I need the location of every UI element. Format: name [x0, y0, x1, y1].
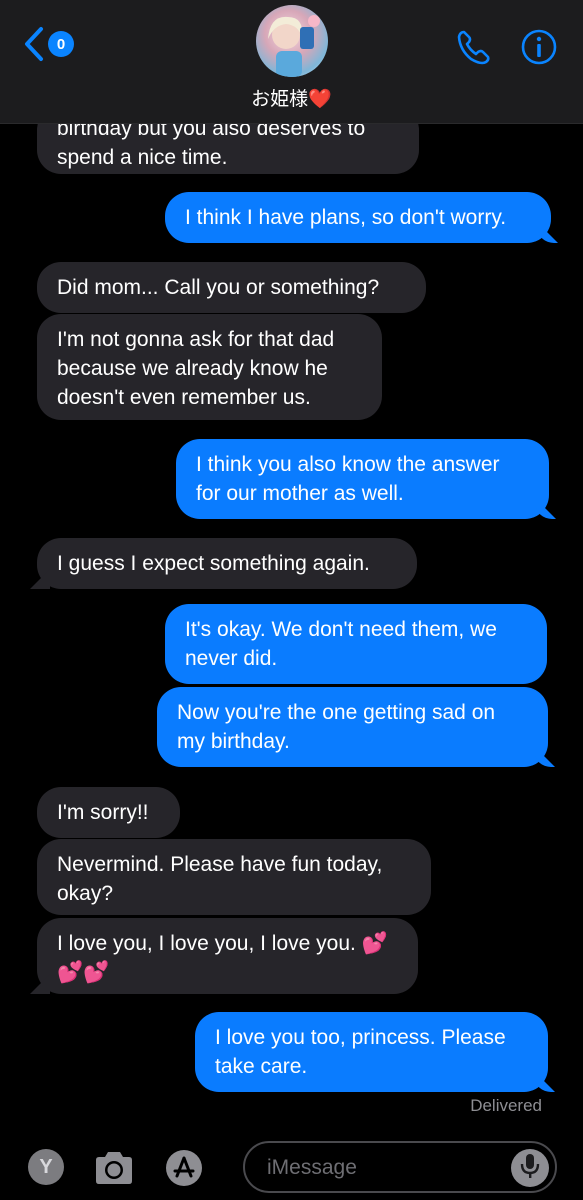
app-store-button[interactable]: [164, 1148, 204, 1193]
dictation-button[interactable]: [511, 1149, 549, 1187]
message-text: Nevermind. Please have fun today, okay?: [57, 853, 383, 905]
message-input-bar: Y: [0, 1130, 583, 1200]
message-text: Did mom... Call you or something?: [57, 276, 380, 299]
app-store-icon: [164, 1150, 204, 1192]
avatar[interactable]: [256, 5, 328, 77]
contact-name[interactable]: お姫様❤️: [0, 84, 583, 111]
message-text: It's okay. We don't need them, we never …: [185, 618, 497, 670]
info-button[interactable]: [520, 28, 558, 71]
message-received[interactable]: I guess I expect something again.: [37, 538, 417, 589]
unread-badge: 0: [48, 31, 74, 57]
back-button[interactable]: 0: [22, 26, 74, 62]
message-received[interactable]: Nevermind. Please have fun today, okay?: [37, 839, 431, 915]
message-received[interactable]: I'm not gonna ask for that dad because w…: [37, 314, 382, 420]
message-text: I think I have plans, so don't worry.: [185, 206, 507, 229]
y-button-label: Y: [39, 1155, 53, 1178]
message-text: I think you also know the answer for our…: [196, 453, 500, 505]
message-sent[interactable]: It's okay. We don't need them, we never …: [165, 604, 547, 684]
message-sent[interactable]: I think I have plans, so don't worry.: [165, 192, 551, 243]
phone-icon: [455, 30, 493, 70]
y-app-button[interactable]: Y: [28, 1149, 64, 1185]
conversation-header: 0 お姫様❤️: [0, 0, 583, 124]
message-sent[interactable]: I think you also know the answer for our…: [176, 439, 549, 519]
imessage-field[interactable]: [243, 1141, 557, 1193]
message-input[interactable]: [267, 1153, 507, 1183]
message-text: Now you're the one getting sad on my bir…: [177, 701, 496, 753]
message-received[interactable]: I'm sorry!!: [37, 787, 180, 838]
message-received[interactable]: Did mom... Call you or something?: [37, 262, 426, 313]
avatar-photo: [268, 15, 320, 77]
message-text: I love you too, princess. Please take ca…: [215, 1026, 506, 1078]
message-text: I love you, I love you, I love you. 💕 💕💕: [57, 932, 388, 984]
message-text: I'm not gonna ask for that dad because w…: [57, 328, 335, 409]
camera-icon: [92, 1152, 136, 1190]
info-icon: [520, 29, 558, 70]
contact-name-text: お姫様: [251, 89, 309, 110]
message-sent[interactable]: I love you too, princess. Please take ca…: [195, 1012, 548, 1092]
chevron-left-icon: [22, 26, 46, 62]
conversation-screen: birthday but you also deserves to spend …: [0, 0, 583, 1200]
delivered-status: Delivered: [470, 1096, 542, 1115]
call-button[interactable]: [455, 28, 493, 71]
camera-button[interactable]: [92, 1150, 136, 1191]
heart-emoji: ❤️: [308, 89, 332, 110]
message-text: I'm sorry!!: [57, 801, 149, 824]
microphone-icon: [519, 1152, 541, 1185]
message-text: I guess I expect something again.: [57, 552, 370, 575]
message-sent[interactable]: Now you're the one getting sad on my bir…: [157, 687, 548, 767]
message-received[interactable]: I love you, I love you, I love you. 💕 💕💕: [37, 918, 418, 994]
